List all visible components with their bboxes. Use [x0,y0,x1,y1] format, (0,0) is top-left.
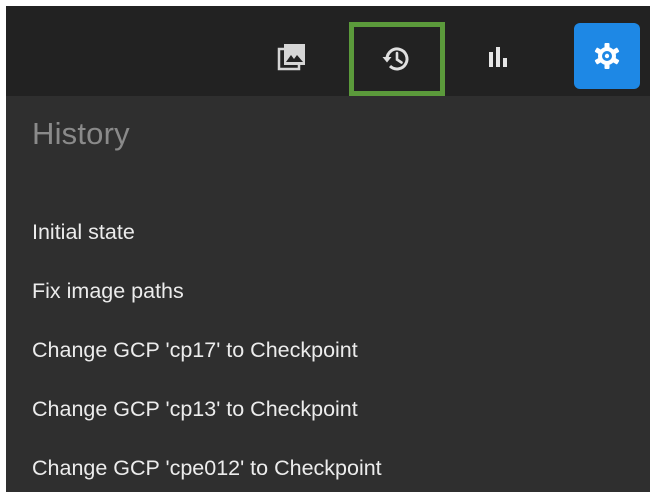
history-panel-window: History Initial state Fix image paths Ch… [6,6,650,492]
history-item[interactable]: Change GCP 'cp13' to Checkpoint [32,394,382,453]
statistics-button[interactable] [468,26,530,88]
settings-gear-icon [592,41,622,71]
history-button[interactable] [349,22,445,96]
toolbar [6,6,650,96]
bar-chart-icon [485,43,513,71]
images-button[interactable] [261,26,323,88]
history-list: Initial state Fix image paths Change GCP… [32,217,382,492]
history-icon [381,43,413,75]
settings-button[interactable] [574,23,640,89]
image-icon [277,42,307,72]
history-item[interactable]: Change GCP 'cpe012' to Checkpoint [32,453,382,492]
history-item[interactable]: Fix image paths [32,276,382,335]
history-item[interactable]: Initial state [32,217,382,276]
history-item[interactable]: Change GCP 'cp17' to Checkpoint [32,335,382,394]
panel-title: History [32,116,130,151]
